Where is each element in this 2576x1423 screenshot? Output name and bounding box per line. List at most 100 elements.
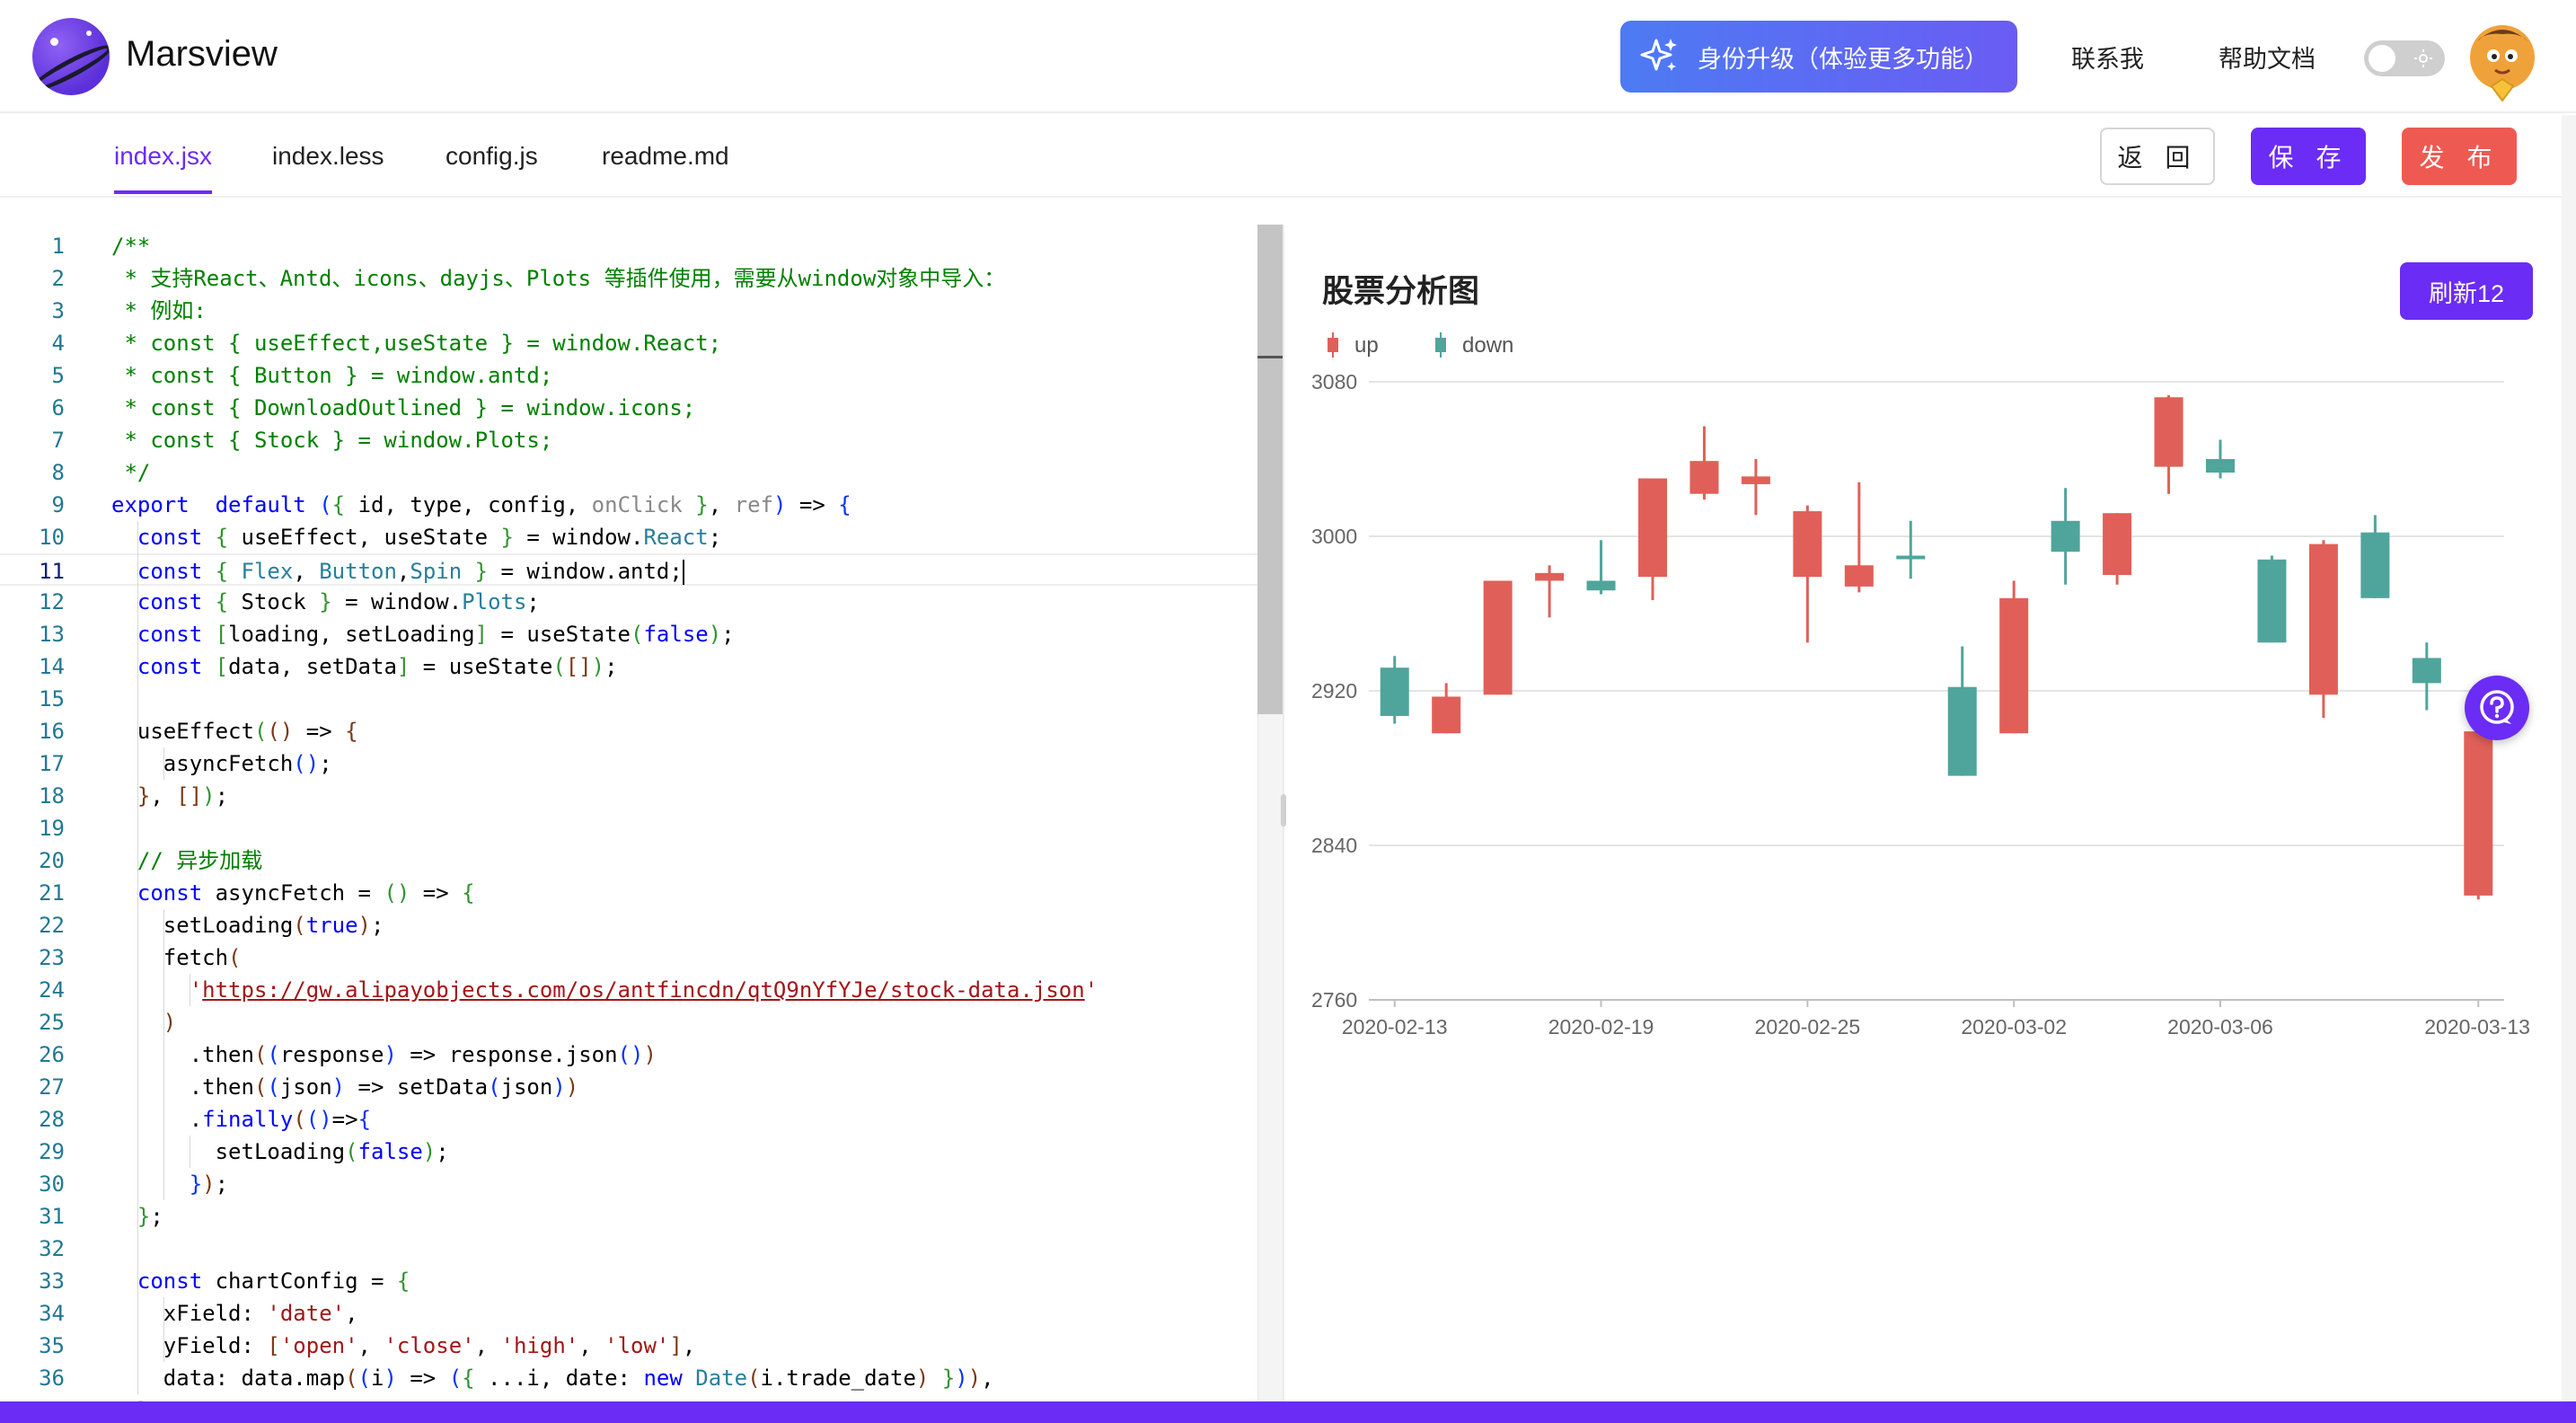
indent-guide — [137, 521, 138, 1394]
sun-icon — [2414, 49, 2432, 67]
code-text: .then((response) => response.json()) — [111, 1042, 657, 1067]
contact-link[interactable]: 联系我 — [2071, 40, 2144, 75]
marsview-logo[interactable] — [32, 18, 110, 95]
code-line[interactable]: 26 .then((response) => response.json()) — [0, 1039, 1284, 1071]
code-line[interactable]: 27 .then((json) => setData(json)) — [0, 1071, 1284, 1103]
tab-readme-md[interactable]: readme.md — [602, 142, 729, 190]
code-text: fetch( — [111, 945, 242, 970]
line-number: 10 — [39, 525, 65, 550]
code-line[interactable]: 11 const { Flex, Button,Spin } = window.… — [0, 553, 1284, 586]
line-number: 19 — [39, 816, 65, 841]
code-line[interactable]: 5 * const { Button } = window.antd; — [0, 359, 1284, 392]
line-number: 22 — [39, 913, 65, 938]
refresh-button[interactable]: 刷新12 — [2400, 262, 2533, 320]
code-text: setLoading(true); — [111, 913, 384, 938]
back-button[interactable]: 返 回 — [2100, 128, 2215, 185]
candle-body — [1638, 478, 1667, 578]
code-line[interactable]: 7 * const { Stock } = window.Plots; — [0, 424, 1284, 456]
code-line[interactable]: 20 // 异步加载 — [0, 844, 1284, 877]
code-text: .finally(()=>{ — [111, 1107, 372, 1132]
line-number: 26 — [39, 1042, 65, 1067]
code-text: useEffect(() => { — [111, 719, 358, 744]
line-number: 9 — [51, 492, 65, 517]
candle-body — [2360, 532, 2390, 598]
code-line[interactable]: 33 const chartConfig = { — [0, 1265, 1284, 1297]
line-number: 4 — [51, 331, 65, 356]
theme-toggle[interactable] — [2364, 40, 2445, 76]
code-line[interactable]: 17 asyncFetch(); — [0, 747, 1284, 780]
code-text: }); — [189, 1171, 229, 1197]
code-line[interactable]: 36 data: data.map((i) => ({ ...i, date: … — [0, 1362, 1284, 1394]
bottom-status-bar — [0, 1401, 2576, 1423]
legend-marker — [1328, 338, 1338, 352]
upgrade-button[interactable]: 身份升级（体验更多功能） — [1620, 21, 2017, 93]
line-number: 18 — [39, 783, 65, 809]
code-line[interactable]: 18 }, []); — [0, 780, 1284, 812]
code-line[interactable]: 12 const { Stock } = window.Plots; — [0, 586, 1284, 618]
code-line[interactable]: 34 xField: 'date', — [0, 1297, 1284, 1330]
line-number: 28 — [39, 1107, 65, 1132]
code-line[interactable]: 10 const { useEffect, useState } = windo… — [0, 521, 1284, 553]
code-line[interactable]: 29 setLoading(false); — [0, 1136, 1284, 1168]
line-number: 25 — [39, 1010, 65, 1035]
y-tick-label: 2920 — [1311, 679, 1357, 703]
indent-guide — [163, 909, 164, 1200]
code-line[interactable]: 19 — [0, 812, 1284, 844]
code-line[interactable]: 13 const [loading, setLoading] = useStat… — [0, 618, 1284, 650]
code-line[interactable]: 35 yField: ['open', 'close', 'high', 'lo… — [0, 1330, 1284, 1362]
code-line[interactable]: 23 fetch( — [0, 941, 1284, 974]
code-line[interactable]: 28 .finally(()=>{ — [0, 1103, 1284, 1136]
line-number: 6 — [51, 395, 65, 420]
code-line[interactable]: 30 }); — [0, 1168, 1284, 1200]
app-name[interactable]: Marsview — [126, 34, 278, 75]
code-line[interactable]: 14 const [data, setData] = useState([]); — [0, 650, 1284, 683]
x-tick-label: 2020-03-02 — [1961, 1015, 2067, 1039]
user-avatar[interactable] — [2468, 23, 2536, 102]
code-line[interactable]: 6 * const { DownloadOutlined } = window.… — [0, 392, 1284, 424]
code-line[interactable]: 2 * 支持React、Antd、icons、dayjs、Plots 等插件使用… — [0, 262, 1284, 295]
code-text: export default ({ id, type, config, onCl… — [111, 492, 851, 517]
candle-body — [1380, 667, 1409, 716]
line-number: 32 — [39, 1236, 65, 1261]
code-line[interactable]: 9 export default ({ id, type, config, onC… — [0, 489, 1284, 521]
code-text: }; — [111, 1394, 163, 1401]
line-number: 3 — [51, 298, 65, 323]
tab-index-jsx[interactable]: index.jsx — [114, 142, 212, 194]
tab-index-less[interactable]: index.less — [272, 142, 384, 190]
code-line[interactable]: 21 const asyncFetch = () => { — [0, 877, 1284, 909]
tab-config-js[interactable]: config.js — [446, 142, 538, 190]
code-line[interactable]: 32 — [0, 1233, 1284, 1265]
publish-button[interactable]: 发 布 — [2402, 128, 2517, 185]
code-line[interactable]: 8 */ — [0, 456, 1284, 489]
code-line[interactable]: 3 * 例如: — [0, 295, 1284, 327]
code-text: const [loading, setLoading] = useState(f… — [137, 622, 735, 647]
code-line[interactable]: 4 * const { useEffect,useState } = windo… — [0, 327, 1284, 359]
line-number: 35 — [39, 1333, 65, 1358]
line-number: 24 — [39, 977, 65, 1003]
line-number: 21 — [39, 880, 65, 906]
code-line[interactable]: 25 ) — [0, 1006, 1284, 1039]
code-line[interactable]: 1 /** — [0, 230, 1284, 262]
code-text: // 异步加载 — [111, 848, 263, 873]
line-number: 20 — [39, 848, 65, 873]
code-text: const { useEffect, useState } = window.R… — [137, 525, 722, 550]
code-editor[interactable]: 1 /** 2 * 支持React、Antd、icons、dayjs、Plots 等… — [0, 225, 1284, 1401]
code-text: xField: 'date', — [111, 1301, 358, 1326]
candle-body — [2206, 459, 2235, 473]
code-line[interactable]: 24 'https://gw.alipayobjects.com/os/antf… — [0, 974, 1284, 1006]
code-line[interactable]: 37 }; — [0, 1394, 1284, 1401]
top-header: Marsview 身份升级（体验更多功能） 联系我 帮助文档 — [0, 0, 2576, 113]
code-line[interactable]: 22 setLoading(true); — [0, 909, 1284, 941]
code-text: const { Stock } = window.Plots; — [137, 589, 540, 614]
code-line[interactable]: 16 useEffect(() => { — [0, 715, 1284, 747]
page-right-edge — [2562, 115, 2576, 1401]
editor-scrollbar-thumb[interactable] — [1257, 225, 1283, 714]
help-docs-link[interactable]: 帮助文档 — [2219, 40, 2316, 75]
splitter-handle[interactable] — [1281, 794, 1286, 826]
help-chat-button[interactable] — [2465, 676, 2529, 740]
legend-marker — [1435, 338, 1446, 352]
code-line[interactable]: 31 }; — [0, 1200, 1284, 1233]
line-number: 8 — [51, 460, 65, 485]
code-line[interactable]: 15 — [0, 683, 1284, 715]
save-button[interactable]: 保 存 — [2251, 128, 2366, 185]
